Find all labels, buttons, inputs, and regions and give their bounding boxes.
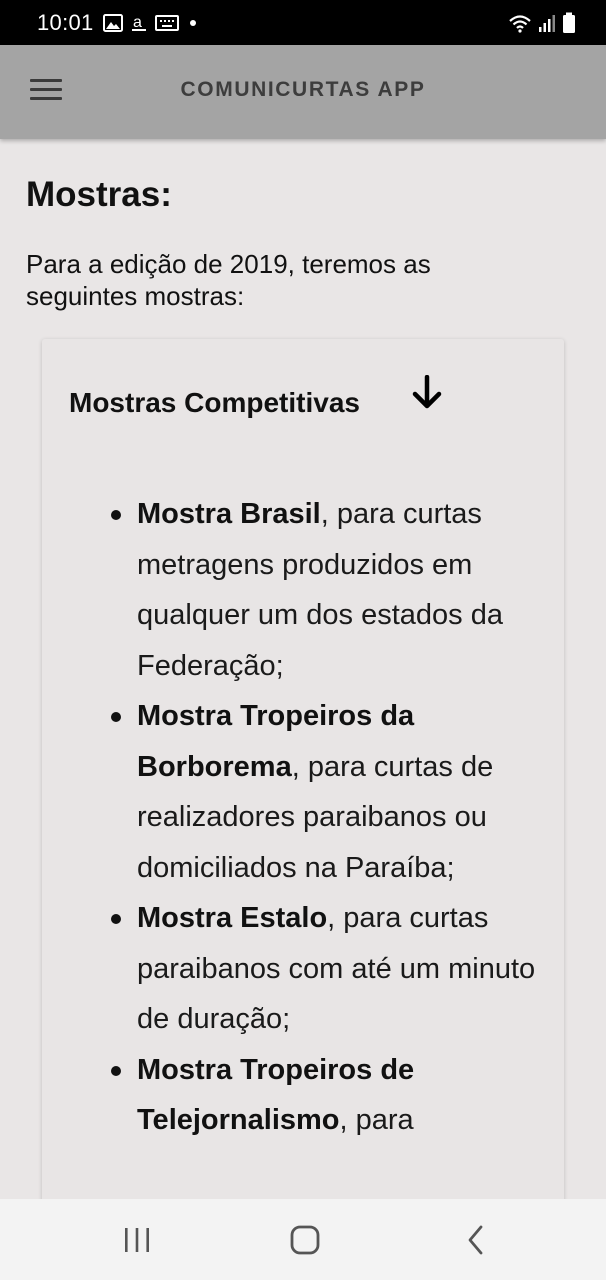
mostra-description: , para — [339, 1104, 414, 1136]
wifi-icon — [509, 15, 531, 33]
keyboard-icon — [155, 15, 179, 31]
status-bar: 10:01 a — [0, 0, 606, 45]
amazon-icon: a — [132, 14, 146, 31]
list-item: Mostra Tropeiros de Telejornalismo, para — [42, 1045, 564, 1146]
mostras-card: Mostras Competitivas Mostra Brasil, para… — [42, 339, 564, 1199]
system-icons — [508, 12, 576, 34]
mostra-name: Mostra Brasil — [137, 498, 321, 530]
navigation-bar — [0, 1199, 606, 1280]
home-icon[interactable] — [288, 1223, 322, 1257]
page-title: Mostras: — [26, 175, 172, 214]
card-title: Mostras Competitivas — [69, 387, 360, 418]
app-title: COMUNICURTAS APP — [180, 78, 426, 101]
intro-text: Para a edição de 2019, teremos as seguin… — [26, 249, 431, 311]
mostra-name: Mostra Estalo — [137, 902, 328, 934]
list-item: Mostra Brasil, para curtas metragens pro… — [42, 489, 564, 691]
signal-icon — [539, 15, 555, 32]
dot-icon — [190, 20, 196, 26]
image-icon — [103, 14, 123, 32]
notification-icons: a — [103, 13, 199, 33]
battery-icon — [563, 12, 575, 33]
status-time: 10:01 — [37, 10, 94, 35]
arrow-down-icon — [412, 375, 442, 409]
mostras-list: Mostra Brasil, para curtas metragens pro… — [42, 489, 564, 1146]
svg-text:a: a — [133, 14, 142, 31]
main-content[interactable]: Mostras: Para a edição de 2019, teremos … — [0, 139, 606, 1199]
app-bar: COMUNICURTAS APP — [0, 45, 606, 139]
back-icon[interactable] — [462, 1223, 488, 1257]
recents-icon[interactable] — [122, 1223, 152, 1257]
list-item: Mostra Estalo, para curtas paraibanos co… — [42, 893, 564, 1045]
list-item: Mostra Tropeiros da Borborema, para curt… — [42, 691, 564, 893]
